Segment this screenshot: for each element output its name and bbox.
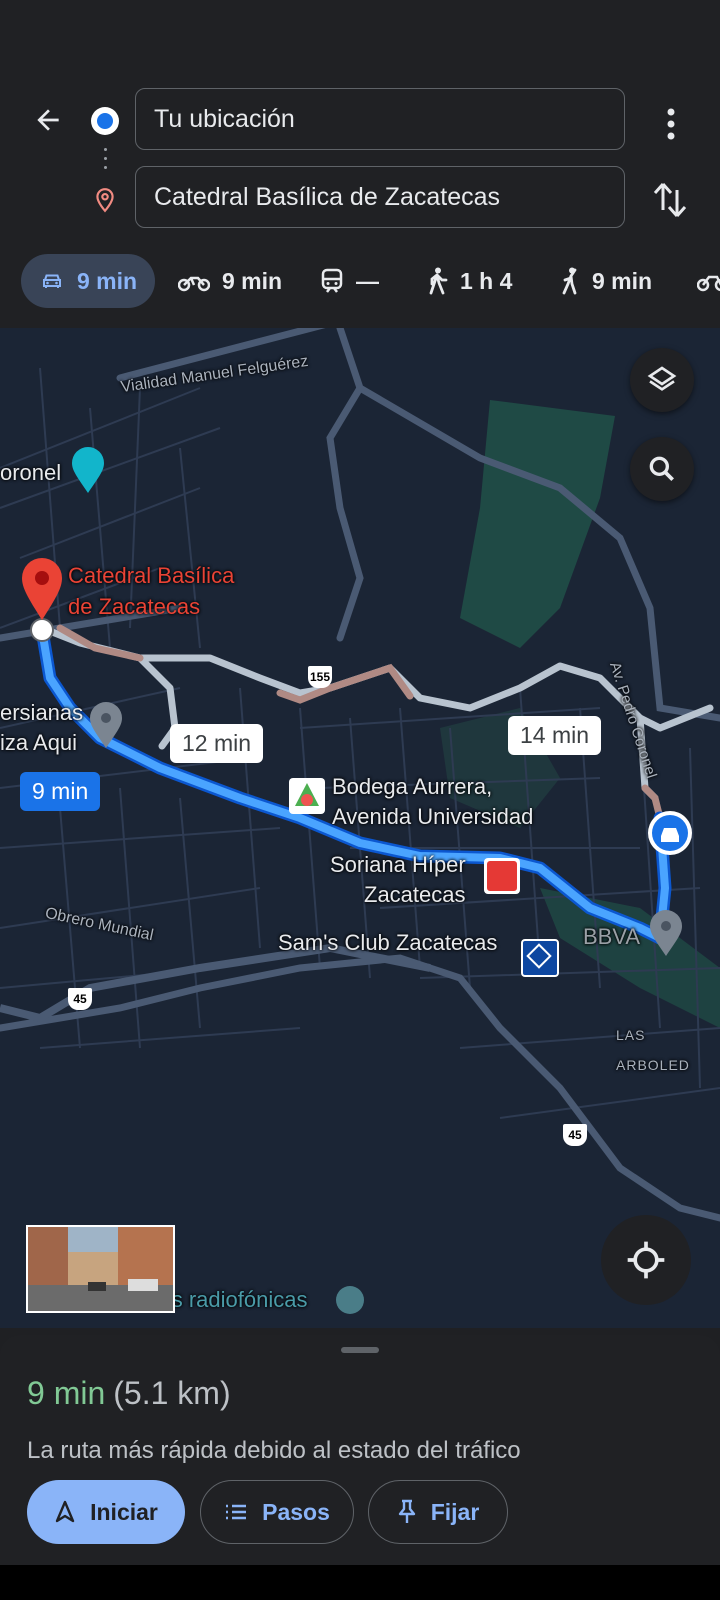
mode-ride-label: 9 min [592, 267, 653, 294]
label-persianas-1[interactable]: ersianas [0, 698, 83, 728]
search-icon [649, 456, 674, 481]
label-sams[interactable]: Sam's Club Zacatecas [278, 928, 497, 958]
street-view-thumbnail[interactable] [26, 1225, 175, 1313]
sheet-drag-handle[interactable] [341, 1347, 379, 1353]
pin-button[interactable]: Fijar [368, 1480, 508, 1544]
label-bodega-1[interactable]: Bodega Aurrera, [332, 772, 492, 802]
route-eta: 9 min (5.1 km) [27, 1375, 231, 1412]
back-button[interactable] [28, 100, 68, 140]
highway-shield-45a: 45 [68, 988, 92, 1010]
walk-icon [429, 267, 448, 295]
car-icon [42, 274, 61, 288]
steps-button-label: Pasos [262, 1498, 330, 1525]
mode-transit-label: — [356, 267, 379, 294]
map-view[interactable]: Vialidad Manuel Felguérez oronel Catedra… [0, 328, 720, 1328]
layers-icon [647, 366, 677, 391]
map-search-button[interactable] [630, 437, 694, 501]
swap-icon [653, 183, 687, 217]
pin-icon [398, 1499, 415, 1523]
bike-icon [697, 275, 720, 292]
street-view-image [28, 1227, 173, 1311]
route-description: La ruta más rápida debido al estado del … [27, 1437, 521, 1464]
steps-button[interactable]: Pasos [200, 1480, 354, 1544]
back-arrow-icon [37, 109, 59, 131]
my-location-button[interactable] [601, 1215, 691, 1305]
mode-motorcycle-label: 9 min [222, 267, 283, 294]
label-coronel-left: oronel [0, 460, 62, 485]
eta-time: 9 min [27, 1375, 106, 1411]
mode-bike[interactable] [697, 254, 720, 308]
route-time-bubble-primary[interactable]: 9 min [20, 772, 101, 811]
route-bottom-sheet[interactable]: 9 min (5.1 km) La ruta más rápida debido … [0, 1335, 720, 1565]
highway-shield-45b: 45 [563, 1124, 587, 1146]
highway-shield-155: 155 [308, 666, 332, 688]
destination-field[interactable]: Catedral Basílica de Zacatecas [135, 166, 625, 228]
label-soriana-1[interactable]: Soriana Híper [330, 850, 466, 880]
label-soriana-2[interactable]: Zacatecas [364, 880, 466, 910]
travel-modes: 9 min 9 min — 1 h 4 9 min [0, 254, 720, 314]
navigation-icon [55, 1500, 75, 1523]
mode-car-label: 9 min [76, 267, 138, 294]
origin-field[interactable]: Tu ubicación [135, 88, 625, 150]
list-icon [226, 1504, 247, 1520]
more-options-button[interactable] [655, 104, 687, 144]
area-label-arboledas: LAS ARBOLED [616, 1027, 690, 1073]
label-bbva[interactable]: BBVA [583, 922, 640, 952]
transit-icon [321, 268, 343, 293]
start-button-label: Iniciar [90, 1498, 158, 1525]
origin-dot-icon [91, 107, 119, 135]
label-persianas-2[interactable]: iza Aqui [0, 728, 77, 758]
mode-walk-label: 1 h 4 [460, 267, 513, 294]
mode-walk[interactable]: 1 h 4 [426, 254, 512, 308]
route-connector-dots [104, 148, 107, 175]
route-time-bubble-alt1[interactable]: 12 min [170, 724, 264, 763]
route-time-bubble-alt2[interactable]: 14 min [508, 716, 602, 755]
eta-distance: (5.1 km) [113, 1375, 231, 1411]
mode-car[interactable]: 9 min [21, 254, 155, 308]
system-nav-bar [0, 1565, 720, 1600]
more-vert-icon [667, 108, 675, 140]
my-location-icon [627, 1241, 665, 1279]
swap-button[interactable] [652, 180, 692, 220]
destination-map-label-1[interactable]: Catedral Basílica [68, 561, 234, 591]
start-button[interactable]: Iniciar [27, 1480, 185, 1544]
mode-ride[interactable]: 9 min [558, 254, 652, 308]
ride-icon [562, 267, 577, 295]
motorcycle-icon [178, 276, 210, 292]
layers-button[interactable] [630, 348, 694, 412]
destination-map-label-2[interactable]: de Zacatecas [68, 592, 200, 622]
mode-transit[interactable]: — [320, 254, 379, 308]
label-bodega-2[interactable]: Avenida Universidad [332, 802, 533, 832]
directions-header: Tu ubicación Catedral Basílica de Zacate… [0, 0, 720, 328]
pin-button-label: Fijar [430, 1498, 480, 1525]
destination-pin-icon [96, 188, 114, 213]
mode-motorcycle[interactable]: 9 min [178, 254, 282, 308]
